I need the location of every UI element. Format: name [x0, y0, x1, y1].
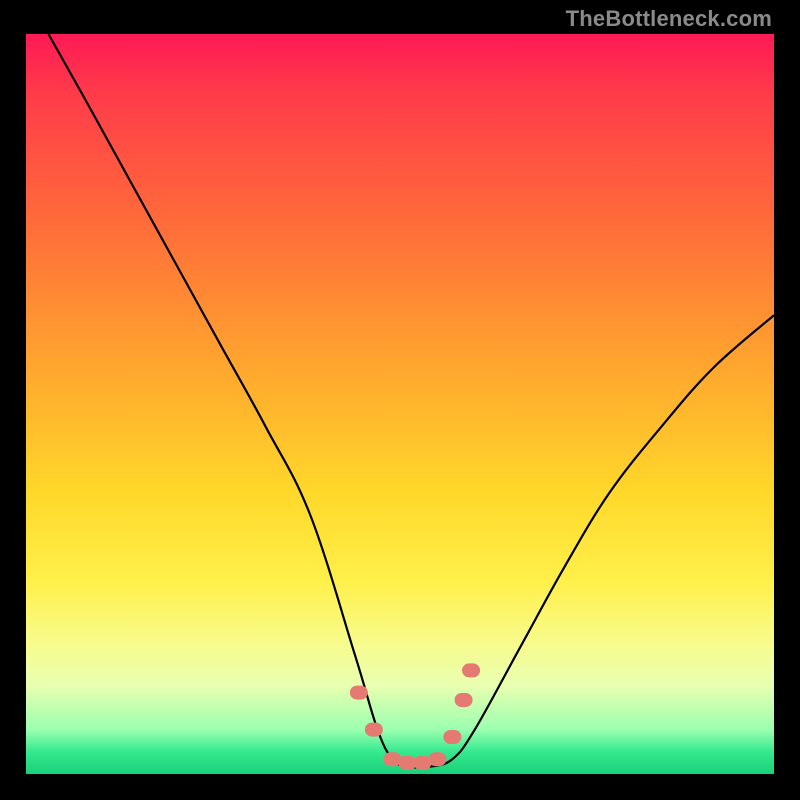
curve-layer [26, 34, 774, 774]
chart-frame: TheBottleneck.com [0, 0, 800, 800]
curve-marker [365, 723, 383, 737]
curve-marker [350, 686, 368, 700]
plot-area [26, 34, 774, 774]
curve-marker [443, 730, 461, 744]
curve-marker [462, 663, 480, 677]
attribution-label: TheBottleneck.com [566, 6, 772, 32]
bottleneck-curve [48, 34, 774, 768]
curve-marker [428, 752, 446, 766]
curve-marker [455, 693, 473, 707]
curve-markers [350, 663, 480, 770]
